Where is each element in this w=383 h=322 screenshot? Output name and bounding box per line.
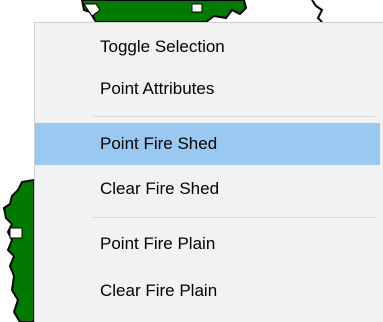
menu-item-label: Point Fire Plain [100, 234, 216, 253]
menu-item-clear-fire-plain[interactable]: Clear Fire Plain [35, 270, 380, 312]
map-region-top [80, 0, 248, 23]
menu-item-clear-fire-shed[interactable]: Clear Fire Shed [35, 168, 380, 210]
map-region-left-notch [9, 227, 23, 239]
menu-item-label: Point Attributes [100, 79, 215, 98]
map-region-top-notch [191, 3, 203, 13]
menu-separator [93, 116, 377, 117]
menu-item-toggle-selection[interactable]: Toggle Selection [35, 26, 380, 68]
menu-item-point-attributes[interactable]: Point Attributes [35, 68, 380, 110]
menu-item-label: Clear Fire Plain [100, 281, 218, 300]
menu-separator [93, 217, 377, 218]
map-boundary-line [311, 0, 324, 23]
menu-item-label: Point Fire Shed [100, 134, 218, 153]
menu-item-label: Toggle Selection [100, 37, 225, 56]
menu-item-point-fire-shed[interactable]: Point Fire Shed [35, 123, 380, 165]
menu-item-label: Clear Fire Shed [100, 179, 220, 198]
map-region-left [2, 178, 35, 322]
menu-item-point-fire-plain[interactable]: Point Fire Plain [35, 223, 380, 265]
context-menu: Toggle Selection Point Attributes Point … [34, 22, 383, 322]
